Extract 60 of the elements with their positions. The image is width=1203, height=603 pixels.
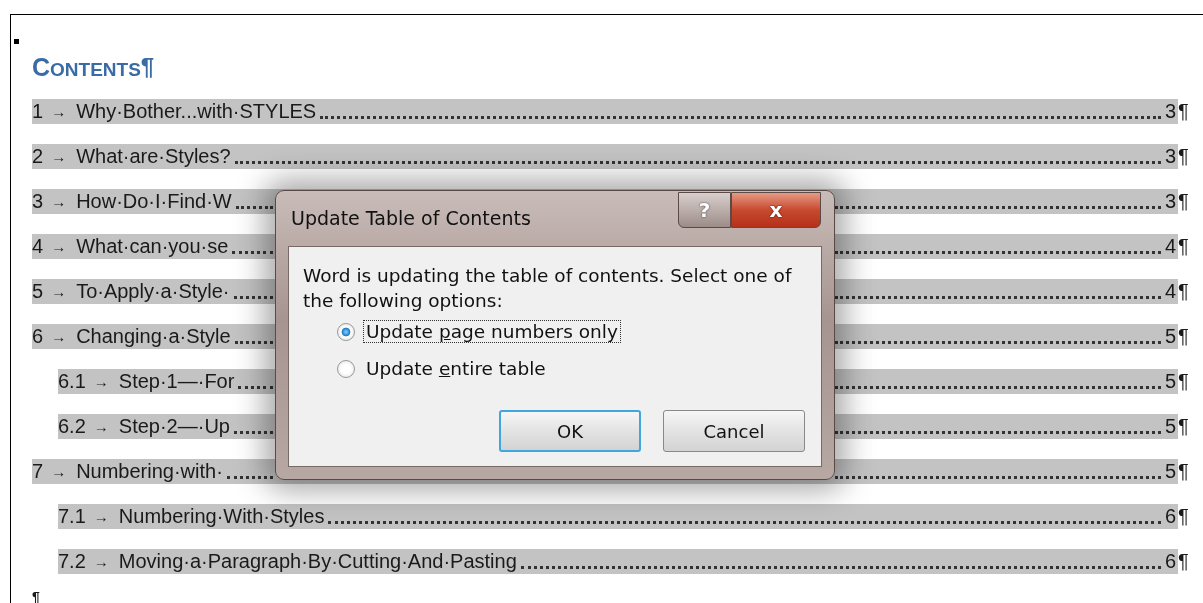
page-number: 5 (1164, 460, 1177, 483)
tab-arrow: → (51, 193, 68, 210)
entry-title: What·are·Styles? (76, 145, 231, 168)
pilcrow-mark: ¶ (32, 590, 40, 603)
entry-number: 6.1 (58, 370, 87, 393)
page-number: 5 (1164, 370, 1177, 393)
pilcrow-mark: ¶ (1178, 235, 1190, 258)
dialog-message: Word is updating the table of contents. Select one of the following options: (303, 264, 793, 313)
entry-title: Numbering·With·Styles (118, 505, 325, 528)
entry-title: Step·1—·For (118, 370, 235, 393)
pilcrow-mark: ¶ (1178, 550, 1190, 573)
entry-number: 2 (32, 145, 45, 168)
entry-title: Changing·a·Style (76, 325, 231, 348)
page-number: 4 (1164, 235, 1177, 258)
pilcrow-mark: ¶ (1178, 190, 1190, 213)
tab-arrow: → (51, 463, 68, 480)
page-number: 4 (1164, 280, 1177, 303)
entry-number: 6 (32, 325, 45, 348)
entry-number: 1 (32, 100, 45, 123)
page-number: 6 (1164, 505, 1177, 528)
tab-arrow: → (51, 283, 68, 300)
heading: CONTENTS (32, 52, 141, 82)
entry-title: What·can·you·se (76, 235, 229, 258)
entry-number: 7.1 (58, 505, 87, 528)
entry-number: 5 (32, 280, 45, 303)
pilcrow-mark: ¶ (1178, 280, 1190, 303)
page-number: 6 (1164, 550, 1177, 573)
tab-arrow: → (93, 553, 110, 570)
entry-title: Step·2—·Up (118, 415, 230, 438)
pilcrow-mark: ¶ (1178, 100, 1190, 123)
tab-arrow: → (51, 238, 68, 255)
entry-title: How·Do·I·Find·W (76, 190, 232, 213)
entry-number: 7 (32, 460, 45, 483)
page-number: 3 (1164, 145, 1177, 168)
entry-title: Numbering·with· (76, 460, 223, 483)
tab-arrow: → (51, 148, 68, 165)
page-number: 5 (1164, 415, 1177, 438)
pilcrow-mark: ¶ (1178, 415, 1190, 438)
entry-title: Moving·a·Paragraph·By·Cutting·And·Pasting (118, 550, 517, 573)
tab-arrow: → (93, 418, 110, 435)
pilcrow-mark: ¶ (1178, 460, 1190, 483)
entry-number: 6.2 (58, 415, 87, 438)
page-number: 3 (1164, 100, 1177, 123)
pilcrow-mark: ¶ (1178, 505, 1190, 528)
tab-arrow: → (93, 373, 110, 390)
pilcrow-mark: ¶ (1178, 370, 1190, 393)
page-number: 5 (1164, 325, 1177, 348)
pilcrow-mark: ¶ (1178, 325, 1190, 348)
pilcrow-mark: ¶ (140, 53, 155, 81)
entry-number: 4 (32, 235, 45, 258)
entry-title: Why·Bother...with·STYLES (76, 100, 317, 123)
page-number: 3 (1164, 190, 1177, 213)
entry-number: 7.2 (58, 550, 87, 573)
tab-arrow: → (93, 508, 110, 525)
tab-arrow: → (51, 103, 68, 120)
tab-arrow: → (51, 328, 68, 345)
entry-title: To·Apply·a·Style· (76, 280, 230, 303)
dialog-title: Update Table of Contents (291, 207, 531, 229)
pilcrow-mark: ¶ (1178, 145, 1190, 168)
entry-number: 3 (32, 190, 45, 213)
